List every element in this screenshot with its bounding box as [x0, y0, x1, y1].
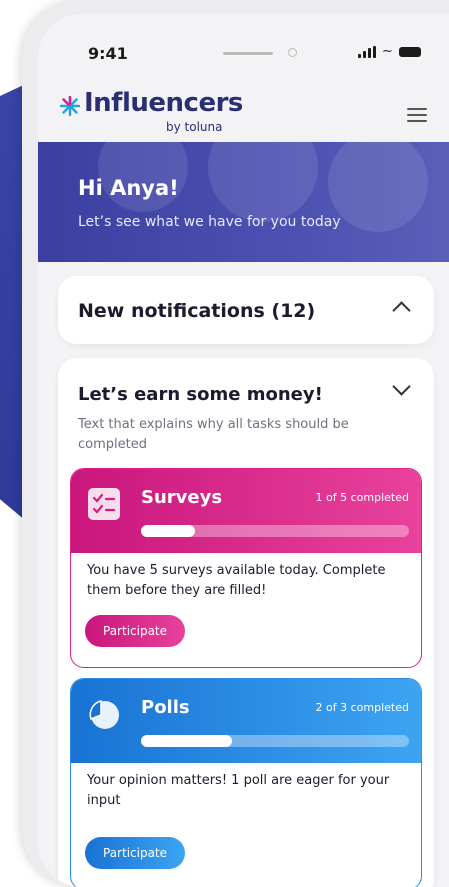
speaker-grille [223, 52, 273, 55]
notifications-card[interactable]: New notifications (12) [58, 276, 434, 344]
polls-task-header: Polls 2 of 3 completed [71, 679, 421, 763]
chevron-down-icon[interactable] [392, 377, 411, 396]
polls-progress-bar [141, 735, 409, 747]
greeting-title: Hi Anya! [78, 176, 179, 200]
surveys-task-name: Surveys [141, 487, 223, 508]
surveys-participate-button[interactable]: Participate [85, 615, 186, 647]
signal-icon [358, 46, 376, 58]
status-time: 9:41 [88, 44, 128, 63]
hero-banner: Hi Anya! Let’s see what we have for you … [38, 142, 449, 262]
polls-task-name: Polls [141, 697, 190, 718]
banner-decoration [328, 142, 428, 232]
earn-title: Let’s earn some money! [78, 384, 323, 405]
surveys-task-card: Surveys 1 of 5 completed You have 5 surv… [70, 468, 422, 668]
earn-description: Text that explains why all tasks should … [78, 417, 349, 452]
polls-progress-fill [141, 735, 233, 747]
brand-logo-icon [60, 96, 80, 116]
hamburger-icon[interactable] [407, 108, 427, 122]
front-camera [288, 48, 297, 57]
banner-decoration [208, 142, 318, 222]
surveys-progress-text: 1 of 5 completed [315, 491, 409, 504]
notifications-title: New notifications (12) [78, 300, 316, 322]
system-icons: ∼ [358, 44, 421, 59]
polls-progress-text: 2 of 3 completed [315, 701, 409, 714]
battery-icon [398, 47, 421, 57]
checklist-icon [88, 488, 120, 520]
earn-card: Let’s earn some money! Text that explain… [58, 358, 434, 887]
brand-subtitle: by toluna [166, 120, 223, 134]
polls-participate-button[interactable]: Participate [85, 837, 186, 869]
greeting-subtitle: Let’s see what we have for you today [78, 214, 341, 230]
chevron-up-icon[interactable] [392, 301, 411, 320]
wifi-icon: ∼ [382, 44, 393, 59]
polls-task-body: Your opinion matters! 1 poll are eager f… [87, 773, 390, 808]
brand-name: Influencers [84, 88, 243, 118]
status-bar: 9:41 ∼ [38, 30, 449, 70]
app-screen: 9:41 ∼ Influencers by toluna Hi Anya! Le… [38, 14, 449, 887]
surveys-progress-fill [141, 525, 195, 537]
surveys-progress-bar [141, 525, 409, 537]
surveys-task-body: You have 5 surveys available today. Comp… [87, 563, 386, 598]
surveys-task-header: Surveys 1 of 5 completed [71, 469, 421, 553]
app-header: Influencers by toluna [38, 80, 449, 142]
polls-task-card: Polls 2 of 3 completed Your opinion matt… [70, 678, 422, 887]
pie-chart-icon [89, 700, 119, 729]
